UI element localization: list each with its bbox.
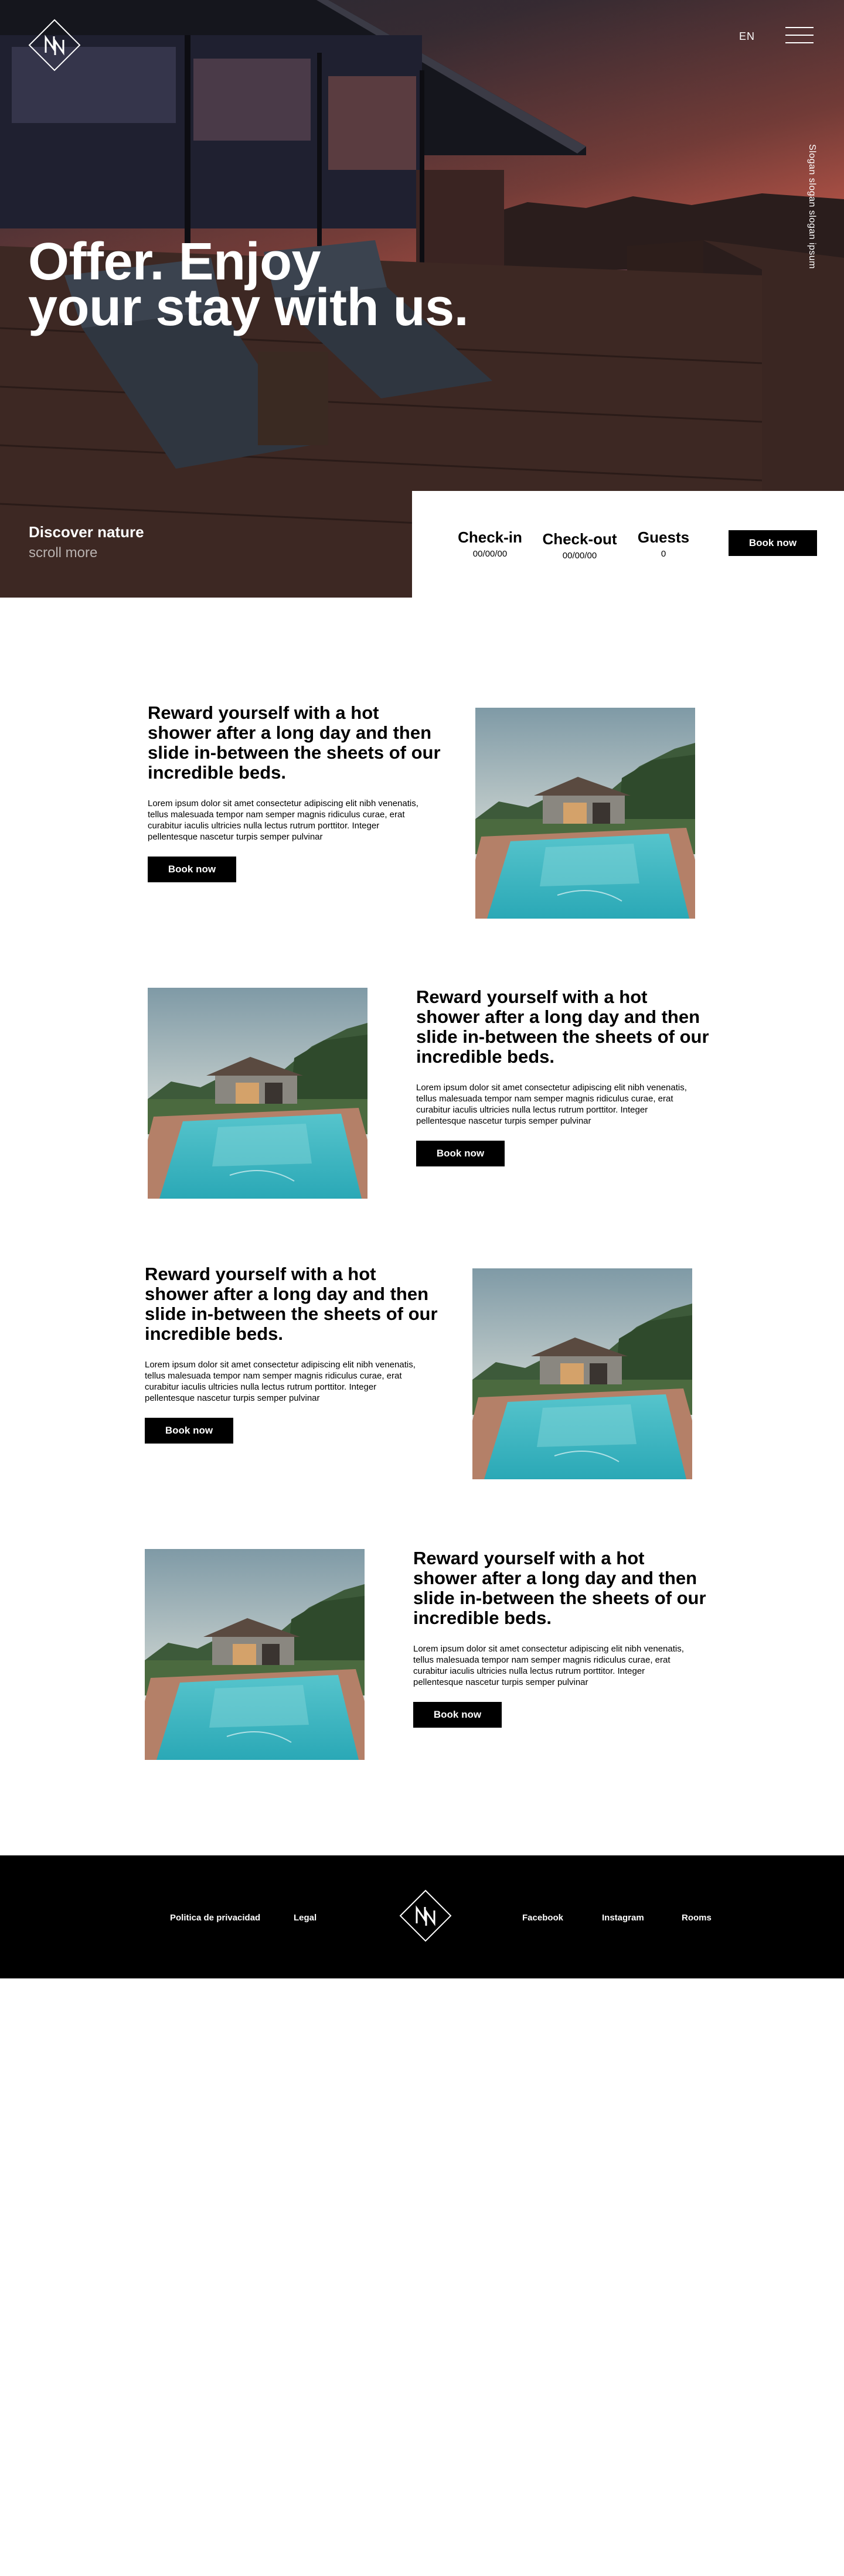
pool-photo-4 [145, 1549, 365, 1760]
checkout-label: Check-out [542, 530, 617, 548]
footer-link-rooms[interactable]: Rooms [682, 1913, 712, 1923]
feature-heading: Reward yourself with a hot shower after … [413, 1548, 706, 1628]
checkin-value: 00/00/00 [472, 549, 508, 559]
feature-body: Lorem ipsum dolor sit amet consectetur a… [416, 1083, 687, 1126]
feature-heading: Reward yourself with a hot shower after … [416, 987, 709, 1067]
discover-block: Discover nature scroll more [29, 523, 144, 561]
footer-link-instagram[interactable]: Instagram [602, 1913, 644, 1923]
book-now-button[interactable]: Book now [416, 1141, 505, 1166]
feature-block-1: Reward yourself with a hot shower after … [148, 703, 441, 882]
feature-heading: Reward yourself with a hot shower after … [148, 702, 441, 783]
footer-logo-icon[interactable] [399, 1889, 452, 1942]
guests-label: Guests [637, 528, 690, 546]
feature-block-3: Reward yourself with a hot shower after … [145, 1264, 438, 1444]
pool-photo-1 [475, 708, 695, 919]
pool-photo-3 [472, 1268, 692, 1479]
pool-photo-2 [148, 988, 367, 1199]
hero-title-line2: your stay with us. [28, 278, 469, 337]
scroll-more-link[interactable]: scroll more [29, 545, 144, 561]
feature-body: Lorem ipsum dolor sit amet consectetur a… [148, 799, 418, 842]
footer-link-facebook[interactable]: Facebook [522, 1913, 563, 1923]
hero-slogan: Slogan slogan slogan ipsum [807, 144, 817, 269]
feature-block-2: Reward yourself with a hot shower after … [416, 987, 709, 1166]
feature-block-4: Reward yourself with a hot shower after … [413, 1548, 706, 1728]
book-now-button[interactable]: Book now [413, 1702, 502, 1728]
hero-section: EN Slogan slogan slogan ipsum Offer. Enj… [0, 0, 844, 598]
language-selector[interactable]: EN [739, 30, 755, 43]
brand-logo-icon[interactable] [28, 19, 81, 71]
guests-value: 0 [661, 549, 666, 559]
checkout-value: 00/00/00 [562, 551, 597, 561]
feature-body: Lorem ipsum dolor sit amet consectetur a… [145, 1360, 416, 1403]
footer-link-legal[interactable]: Legal [294, 1913, 316, 1923]
checkin-label: Check-in [458, 528, 522, 546]
book-now-button[interactable]: Book now [148, 857, 236, 882]
feature-heading: Reward yourself with a hot shower after … [145, 1264, 438, 1344]
menu-hamburger-icon[interactable] [785, 27, 814, 43]
discover-title: Discover nature [29, 523, 144, 541]
checkin-field[interactable]: Check-in 00/00/00 [449, 528, 531, 559]
checkout-field[interactable]: Check-out 00/00/00 [533, 530, 627, 561]
book-now-button[interactable]: Book now [145, 1418, 233, 1444]
guests-field[interactable]: Guests 0 [631, 528, 696, 559]
booking-bar: Check-in 00/00/00 Check-out 00/00/00 Gue… [412, 491, 844, 598]
footer-link-privacy[interactable]: Politica de privacidad [170, 1913, 260, 1923]
site-footer: Politica de privacidad Legal Facebook In… [0, 1855, 844, 1978]
book-now-button[interactable]: Book now [729, 530, 817, 556]
feature-body: Lorem ipsum dolor sit amet consectetur a… [413, 1644, 684, 1687]
hero-title: Offer. Enjoy your stay with us. [28, 236, 509, 334]
